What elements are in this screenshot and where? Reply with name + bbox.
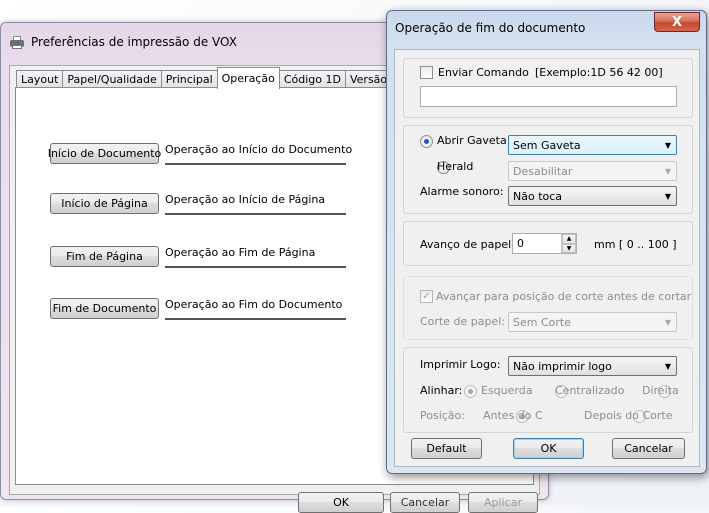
paper-cut-select: Sem Corte ▼ (508, 312, 677, 332)
tab-paper-quality[interactable]: Papel/Qualidade (62, 70, 162, 88)
cut-group: ✓ Avançar para posição de corte antes de… (403, 276, 693, 340)
paper-feed-spinner[interactable]: 0 ▲ ▼ (512, 233, 577, 254)
dialog-title: Operação de fim do documento (395, 21, 586, 35)
start-document-operation-text: Operação ao Início do Documento (165, 143, 352, 165)
chevron-down-icon: ▼ (664, 191, 672, 201)
paper-feed-range: mm [ 0 .. 100 ] (594, 238, 677, 251)
align-label: Alinhar: (420, 384, 463, 397)
close-icon: X (671, 14, 683, 30)
cancel-button[interactable]: Cancelar (390, 492, 460, 513)
dialog-client-area: Enviar Comando [Exemplo:1D 56 42 00] Abr… (394, 49, 700, 467)
align-right-label: Direita (642, 384, 679, 397)
drawer-group: Abrir Gaveta Sem Gaveta ▼ Herald Desabil… (403, 125, 693, 214)
herald-value: Desabilitar (513, 164, 573, 178)
window-titlebar: Preferências de impressão de VOX (9, 33, 237, 51)
paper-cut-label: Corte de papel: (420, 315, 505, 328)
alarm-label: Alarme sonoro: (420, 185, 504, 198)
end-document-operation-text: Operação ao Fim do Documento (165, 298, 346, 320)
cancel-button[interactable]: Cancelar (612, 438, 685, 459)
close-button[interactable]: X (654, 12, 700, 32)
open-drawer-select[interactable]: Sem Gaveta ▼ (508, 135, 677, 155)
end-document-button[interactable]: Fim de Documento (50, 298, 159, 319)
tab-main[interactable]: Principal (160, 70, 218, 88)
default-button[interactable]: Default (411, 438, 482, 459)
end-page-button[interactable]: Fim de Página (50, 246, 159, 267)
herald-select: Desabilitar ▼ (508, 161, 677, 181)
open-drawer-value: Sem Gaveta (513, 138, 581, 152)
paper-feed-group: Avanço de papel: 0 ▲ ▼ mm [ 0 .. 100 ] (403, 221, 693, 266)
paper-feed-value: 0 (517, 237, 524, 250)
operation-row: Início de Documento Operação ao Início d… (48, 143, 352, 165)
operation-row: Fim de Página Operação ao Fim de Página (50, 246, 346, 268)
align-center-label: Centralizado (555, 384, 625, 397)
tab-barcode-1d[interactable]: Código 1D (278, 70, 346, 88)
alarm-value: Não toca (513, 189, 563, 203)
printer-icon (9, 35, 25, 49)
apply-button: Aplicar (468, 492, 538, 513)
send-command-label: Enviar Comando (438, 66, 529, 79)
chevron-down-icon: ▼ (664, 166, 672, 176)
print-logo-select[interactable]: Não imprimir logo ▼ (508, 356, 677, 376)
tab-strip: Layout Papel/Qualidade Principal Operaçã… (16, 67, 393, 89)
open-drawer-radio[interactable] (420, 134, 433, 148)
paper-cut-value: Sem Corte (513, 315, 571, 329)
chevron-down-icon: ▼ (664, 361, 672, 371)
logo-group: Imprimir Logo: Não imprimir logo ▼ Alinh… (403, 347, 693, 433)
send-command-group: Enviar Comando [Exemplo:1D 56 42 00] (403, 58, 693, 118)
operation-row: Fim de Documento Operação ao Fim do Docu… (50, 298, 346, 320)
send-command-checkbox[interactable] (420, 66, 433, 79)
print-logo-label: Imprimir Logo: (420, 358, 501, 371)
tab-layout[interactable]: Layout (16, 70, 64, 88)
align-left-label: Esquerda (481, 384, 533, 397)
spin-down-icon[interactable]: ▼ (562, 243, 576, 253)
ok-button[interactable]: OK (513, 438, 584, 459)
ok-button[interactable]: OK (298, 492, 384, 513)
chevron-down-icon: ▼ (664, 140, 672, 150)
position-before-label: Antes do Coi (483, 409, 543, 422)
tab-operation[interactable]: Operação (216, 67, 280, 89)
end-page-operation-text: Operação ao Fim de Página (165, 246, 346, 268)
operation-row: Início de Página Operação ao Início de P… (50, 193, 346, 215)
alarm-select[interactable]: Não toca ▼ (508, 186, 677, 206)
open-drawer-label: Abrir Gaveta (437, 134, 507, 147)
start-page-button[interactable]: Início de Página (50, 193, 159, 214)
send-command-input[interactable] (420, 86, 677, 107)
spin-up-icon[interactable]: ▲ (562, 234, 576, 244)
advance-cut-checkbox: ✓ (420, 290, 433, 303)
start-document-button[interactable]: Início de Documento (48, 143, 161, 164)
send-command-example: [Exemplo:1D 56 42 00] (535, 66, 663, 79)
position-after-label: Depois do Corte (584, 409, 673, 422)
end-document-operation-dialog: Operação de fim do documento X Enviar Co… (386, 10, 707, 474)
chevron-down-icon: ▼ (664, 317, 672, 327)
position-label: Posição: (420, 409, 465, 422)
advance-cut-label: Avançar para posição de corte antes de c… (436, 290, 692, 303)
print-logo-value: Não imprimir logo (513, 359, 612, 373)
start-page-operation-text: Operação ao Início de Página (165, 193, 346, 215)
window-title: Preferências de impressão de VOX (31, 35, 237, 49)
herald-label: Herald (437, 160, 474, 173)
paper-feed-label: Avanço de papel: (420, 238, 515, 251)
align-left-radio (464, 384, 477, 398)
